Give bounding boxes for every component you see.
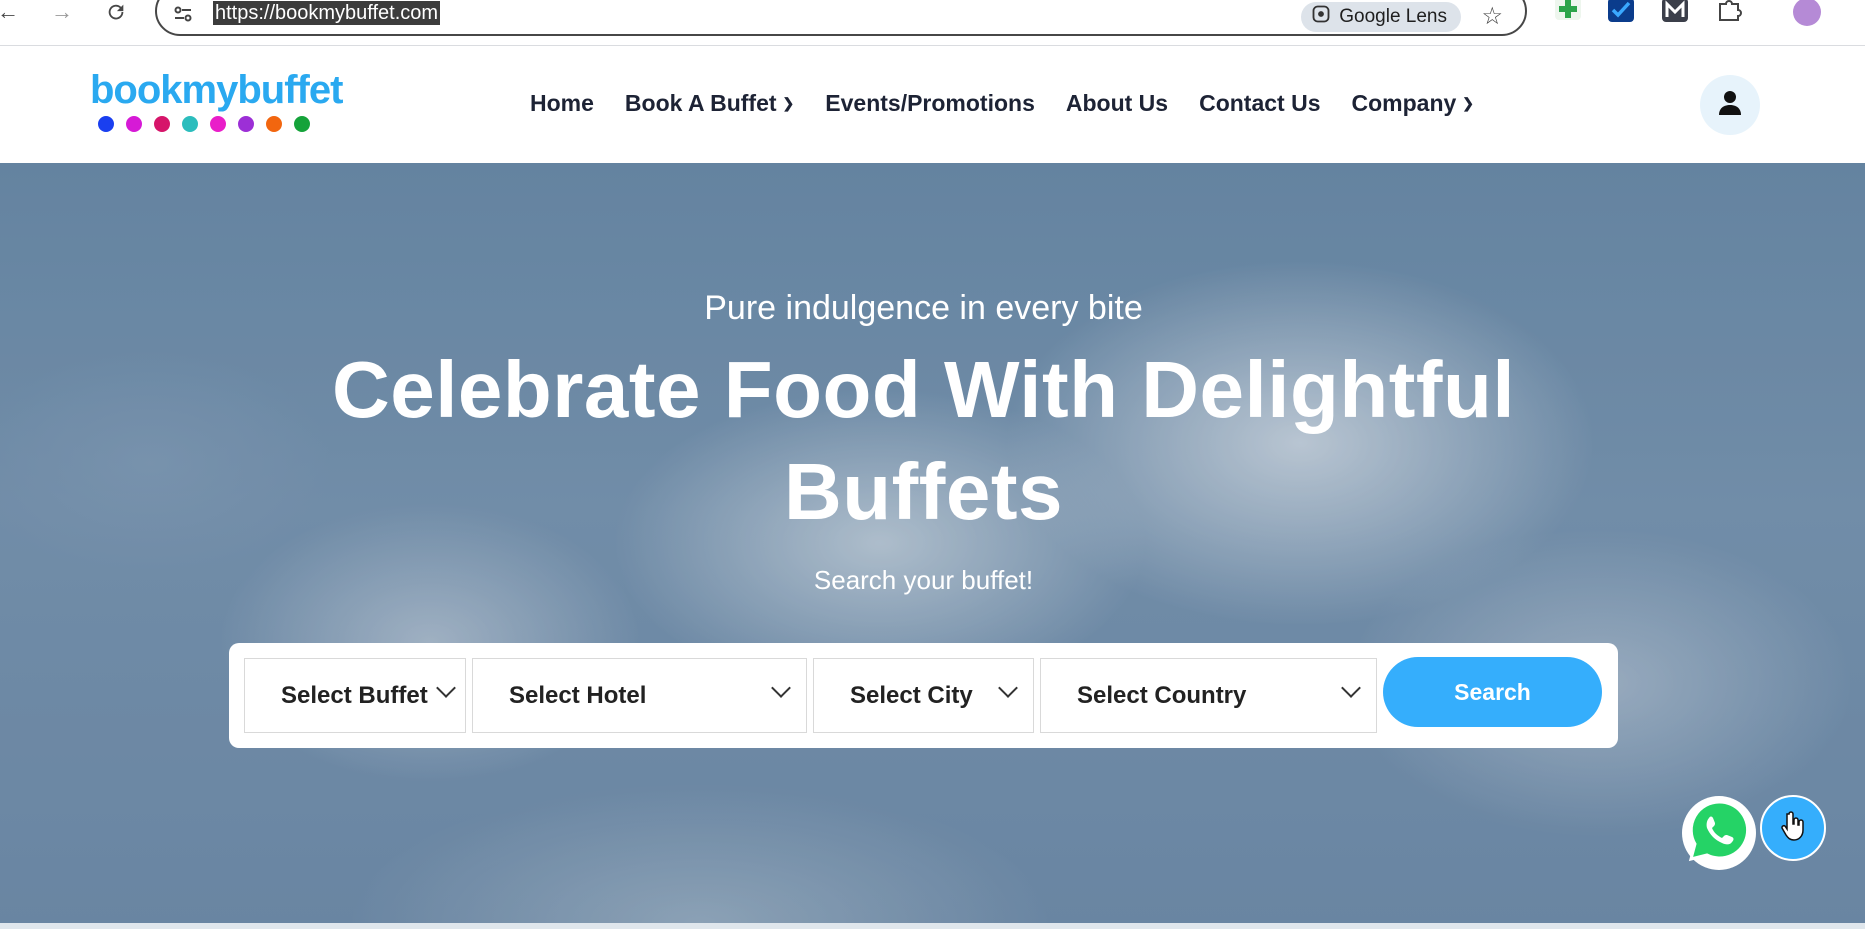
nav-book-buffet-label: Book A Buffet	[624, 90, 777, 116]
hero-headline: Celebrate Food With Delightful Buffets	[331, 345, 1516, 536]
logo-dot	[98, 116, 114, 132]
logo-text: bookmybuffet	[90, 68, 343, 112]
pointer-hand-icon	[1780, 810, 1806, 846]
select-buffet-dropdown[interactable]: Select Buffet	[244, 658, 466, 733]
forward-icon[interactable]: →	[44, 0, 80, 24]
search-form: Select Buffet Select Hotel Select City S…	[229, 643, 1618, 748]
nav-company[interactable]: Company ❯	[1352, 90, 1475, 117]
google-lens-button[interactable]: Google Lens	[1301, 2, 1461, 32]
user-icon	[1718, 90, 1742, 121]
select-hotel-label: Select Hotel	[509, 681, 647, 709]
address-bar[interactable]: https://bookmybuffet.com Google Lens ☆	[155, 0, 1527, 36]
nav-book-buffet[interactable]: Book A Buffet ❯	[625, 90, 794, 117]
url-text[interactable]: https://bookmybuffet.com	[213, 1, 441, 25]
bookmark-star-icon[interactable]: ☆	[1481, 2, 1503, 31]
select-country-label: Select Country	[1077, 681, 1247, 709]
logo-dot	[210, 116, 226, 132]
site-settings-icon[interactable]	[171, 2, 195, 26]
whatsapp-button[interactable]	[1682, 796, 1756, 870]
select-city-label: Select City	[850, 681, 973, 709]
nav-home-label: Home	[530, 90, 594, 116]
chevron-down-icon: ❯	[782, 95, 795, 111]
chevron-down-icon: ❯	[1462, 95, 1475, 111]
site-logo[interactable]: bookmybuffet	[90, 68, 343, 132]
extension-m-icon[interactable]	[1662, 0, 1688, 22]
extension-check-icon[interactable]	[1608, 0, 1634, 22]
main-nav: Home Book A Buffet ❯ Events/Promotions Ab…	[530, 90, 1474, 117]
logo-dot	[266, 116, 282, 132]
chevron-down-icon	[436, 678, 456, 698]
hero-subline: Search your buffet!	[813, 565, 1034, 595]
profile-avatar[interactable]	[1793, 0, 1821, 26]
user-account-button[interactable]	[1700, 75, 1760, 135]
select-buffet-label: Select Buffet	[281, 681, 428, 709]
select-country-dropdown[interactable]: Select Country	[1040, 658, 1377, 733]
search-button[interactable]: Search	[1383, 657, 1602, 727]
nav-about[interactable]: About Us	[1066, 90, 1168, 117]
whatsapp-icon	[1684, 796, 1754, 871]
logo-dot	[238, 116, 254, 132]
site-header: bookmybuffet Home Book A Buffet ❯ Events/…	[0, 46, 1865, 163]
hero-background	[0, 163, 1865, 929]
logo-dot	[126, 116, 142, 132]
nav-contact-label: Contact Us	[1199, 90, 1321, 116]
chevron-down-icon	[771, 678, 791, 698]
page-bottom-edge	[0, 923, 1865, 929]
reload-icon[interactable]	[98, 0, 134, 24]
chat-help-button[interactable]	[1760, 795, 1826, 861]
lens-icon	[1311, 4, 1331, 30]
nav-contact[interactable]: Contact Us	[1199, 90, 1320, 117]
logo-dots	[98, 116, 342, 132]
hero-tagline: Pure indulgence in every bite	[704, 289, 1143, 327]
nav-about-label: About Us	[1065, 90, 1169, 116]
nav-home[interactable]: Home	[530, 90, 594, 117]
chevron-down-icon	[998, 678, 1018, 698]
hero-section: Pure indulgence in every bite Celebrate …	[0, 163, 1865, 929]
select-city-dropdown[interactable]: Select City	[813, 658, 1034, 733]
logo-dot	[154, 116, 170, 132]
logo-dot	[182, 116, 198, 132]
extensions-icon[interactable]	[1716, 0, 1742, 22]
logo-dot	[294, 116, 310, 132]
nav-events[interactable]: Events/Promotions	[825, 90, 1035, 117]
select-hotel-dropdown[interactable]: Select Hotel	[472, 658, 807, 733]
back-icon[interactable]: ←	[0, 0, 26, 24]
nav-company-label: Company	[1351, 90, 1457, 116]
browser-toolbar: ← → https://bookmybuffet.com Google Lens…	[0, 0, 1865, 46]
nav-events-label: Events/Promotions	[825, 90, 1035, 116]
lens-label: Google Lens	[1339, 6, 1447, 27]
extension-plus-icon[interactable]	[1555, 0, 1581, 20]
chevron-down-icon	[1341, 678, 1361, 698]
